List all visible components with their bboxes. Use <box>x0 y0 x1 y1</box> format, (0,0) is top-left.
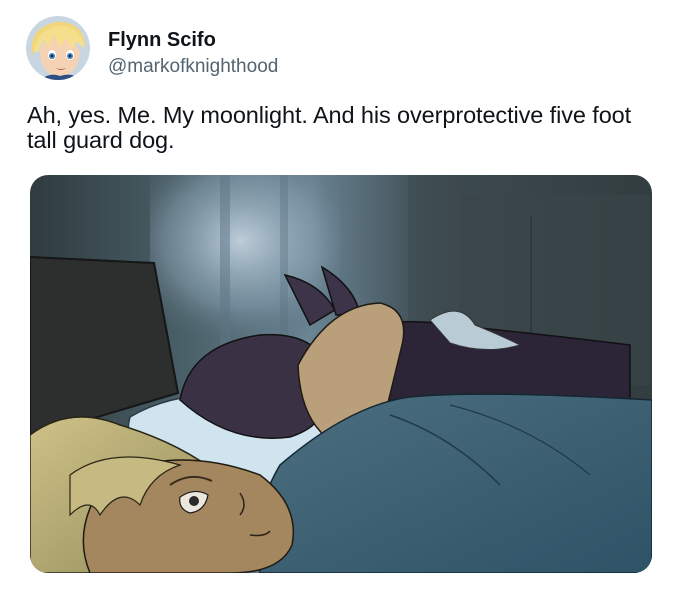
tweet-card: Flynn Scifo @markofknighthood Ah, yes. M… <box>0 0 680 596</box>
tweet-text: Ah, yes. Me. My moonlight. And his overp… <box>27 102 632 153</box>
author-avatar[interactable] <box>26 16 90 80</box>
author-handle[interactable]: @markofknighthood <box>108 57 278 76</box>
tweet-media[interactable] <box>30 175 652 573</box>
author-display-name[interactable]: Flynn Scifo <box>108 30 278 50</box>
comic-panel-image <box>30 175 652 573</box>
tweet-author: Flynn Scifo @markofknighthood <box>108 30 278 76</box>
avatar-image <box>26 16 90 80</box>
